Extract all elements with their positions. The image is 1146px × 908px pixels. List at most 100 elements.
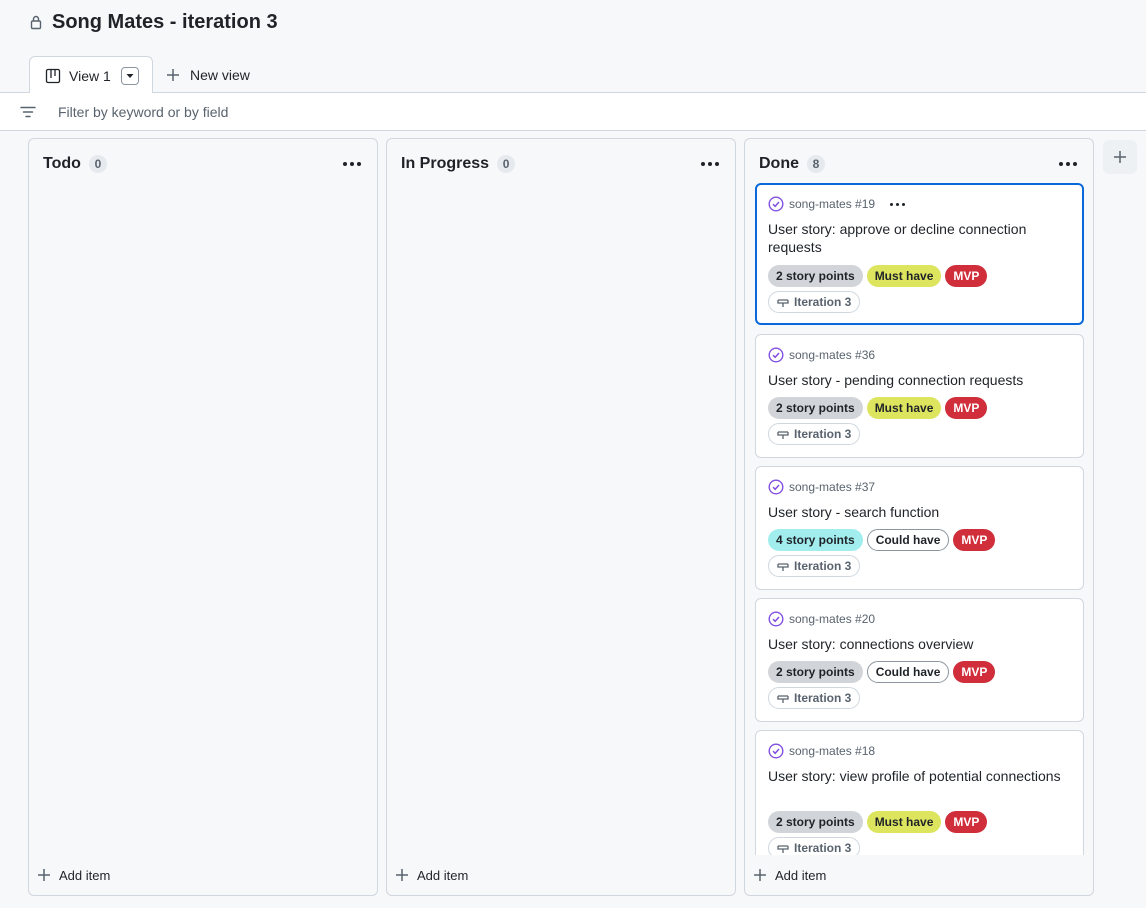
issue-reference[interactable]: song-mates #36 — [789, 348, 875, 362]
issue-title[interactable]: User story: view profile of potential co… — [768, 767, 1068, 785]
check-circle-icon — [768, 347, 784, 363]
issue-title[interactable]: User story: connections overview — [768, 635, 1068, 653]
mvp-label: MVP — [945, 265, 988, 287]
lock-icon — [30, 15, 42, 30]
kebab-icon[interactable] — [701, 153, 721, 175]
add-item-label: Add item — [59, 867, 111, 883]
column-done: Done 8 song-mates #19 User story: approv… — [744, 138, 1094, 896]
card-meta: song-mates #37 — [768, 478, 875, 496]
priority-label: Must have — [866, 811, 942, 833]
plus-icon — [167, 68, 179, 81]
column-header: In Progress 0 — [401, 153, 721, 175]
card-meta: song-mates #18 — [768, 742, 875, 760]
issue-card[interactable]: song-mates #19 User story: approve or de… — [755, 183, 1084, 325]
new-view-label: New view — [190, 66, 250, 83]
column-title: Todo — [43, 155, 81, 172]
issue-reference[interactable]: song-mates #37 — [789, 480, 875, 494]
chevron-down-icon — [126, 73, 134, 78]
label-row: 2 story points Could have MVP — [768, 661, 996, 683]
new-view-button[interactable]: New view — [166, 56, 250, 93]
iteration-label: Iteration 3 — [794, 691, 852, 705]
issue-title[interactable]: User story - search function — [768, 503, 1068, 521]
plus-icon — [754, 869, 766, 881]
iteration-badge: Iteration 3 — [768, 423, 861, 445]
story-points-label: 2 story points — [768, 265, 863, 287]
plus-icon — [38, 869, 50, 881]
issue-reference[interactable]: song-mates #18 — [789, 744, 875, 758]
iteration-icon — [777, 845, 789, 853]
project-header: Song Mates - iteration 3 View 1 New view — [0, 0, 1146, 94]
iteration-icon — [777, 695, 789, 703]
check-circle-icon — [768, 743, 784, 759]
plus-icon — [1114, 151, 1126, 163]
issue-reference[interactable]: song-mates #20 — [789, 612, 875, 626]
mvp-label: MVP — [953, 661, 996, 683]
title-row: Song Mates - iteration 3 — [28, 8, 278, 36]
check-circle-icon — [768, 479, 784, 495]
board: Todo 0 Add item In Progress 0 Add item D… — [0, 131, 1146, 908]
column-todo: Todo 0 Add item — [28, 138, 378, 896]
mvp-label: MVP — [945, 397, 988, 419]
page-title: Song Mates - iteration 3 — [52, 10, 278, 33]
card-meta: song-mates #19 — [768, 195, 906, 213]
issue-title[interactable]: User story: approve or decline connectio… — [768, 220, 1068, 256]
issue-card[interactable]: song-mates #20 User story: connections o… — [755, 598, 1084, 722]
issue-card[interactable]: song-mates #37 User story - search funct… — [755, 466, 1084, 590]
plus-icon — [396, 869, 408, 881]
column-title: Done — [759, 155, 799, 172]
iteration-badge: Iteration 3 — [768, 291, 861, 313]
story-points-label: 2 story points — [768, 661, 863, 683]
column-header: Done 8 — [759, 153, 1079, 175]
view-tabs: View 1 New view — [0, 56, 1146, 94]
mvp-label: MVP — [945, 811, 988, 833]
kebab-icon[interactable] — [1059, 153, 1079, 175]
priority-label: Could have — [866, 529, 950, 551]
issue-card[interactable]: song-mates #18 User story: view profile … — [755, 730, 1084, 855]
iteration-label: Iteration 3 — [794, 841, 852, 855]
board-icon — [45, 68, 61, 83]
check-circle-icon — [768, 196, 784, 212]
priority-label: Must have — [866, 265, 942, 287]
add-item-button[interactable]: Add item — [395, 861, 468, 889]
story-points-label: 4 story points — [768, 529, 863, 551]
add-item-label: Add item — [775, 867, 827, 883]
kebab-icon[interactable] — [343, 153, 363, 175]
add-item-button[interactable]: Add item — [37, 861, 110, 889]
issue-card[interactable]: song-mates #36 User story - pending conn… — [755, 334, 1084, 458]
column-header: Todo 0 — [43, 153, 363, 175]
filter-input[interactable]: Filter by keyword or by field — [58, 104, 228, 120]
iteration-icon — [777, 431, 789, 439]
priority-label: Could have — [866, 661, 950, 683]
iteration-badge: Iteration 3 — [768, 837, 861, 855]
label-row: 2 story points Must have MVP — [768, 265, 988, 287]
filter-icon[interactable] — [20, 104, 36, 120]
column-count-badge: 0 — [88, 155, 107, 173]
add-column-button[interactable] — [1103, 140, 1137, 174]
card-meta: song-mates #36 — [768, 346, 875, 364]
iteration-icon — [777, 299, 789, 307]
issue-reference[interactable]: song-mates #19 — [789, 197, 875, 211]
add-item-button[interactable]: Add item — [753, 861, 826, 889]
view-options-dropdown[interactable] — [120, 66, 139, 85]
column-in-progress: In Progress 0 Add item — [386, 138, 736, 896]
label-row: 2 story points Must have MVP — [768, 397, 988, 419]
iteration-icon — [777, 563, 789, 571]
card-kebab-icon[interactable] — [890, 202, 906, 206]
column-count-badge: 0 — [497, 155, 516, 173]
iteration-label: Iteration 3 — [794, 427, 852, 441]
priority-label: Must have — [866, 397, 942, 419]
tab-view-1[interactable]: View 1 — [29, 56, 153, 94]
iteration-label: Iteration 3 — [794, 559, 852, 573]
tab-view-1-label: View 1 — [69, 67, 111, 84]
filter-bar[interactable]: Filter by keyword or by field — [0, 93, 1146, 131]
card-list: song-mates #19 User story: approve or de… — [755, 183, 1084, 855]
card-meta: song-mates #20 — [768, 610, 875, 628]
add-item-label: Add item — [417, 867, 469, 883]
label-row: 2 story points Must have MVP — [768, 811, 988, 833]
story-points-label: 2 story points — [768, 811, 863, 833]
issue-title[interactable]: User story - pending connection requests — [768, 371, 1068, 389]
iteration-label: Iteration 3 — [794, 295, 852, 309]
iteration-badge: Iteration 3 — [768, 687, 861, 709]
label-row: 4 story points Could have MVP — [768, 529, 996, 551]
check-circle-icon — [768, 611, 784, 627]
